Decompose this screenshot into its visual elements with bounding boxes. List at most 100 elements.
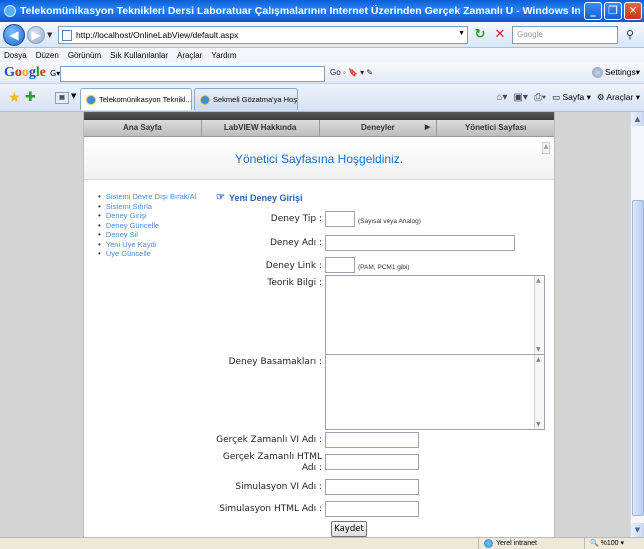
sim-html-input[interactable]: [325, 501, 419, 517]
zone-label: Yerel intranet: [496, 540, 537, 547]
textarea-scrollbar[interactable]: ▲ ▼: [534, 276, 544, 354]
menu-yardim[interactable]: Yardım: [211, 51, 236, 60]
url-input[interactable]: http://localhost/OnlineLabView/default.a…: [58, 26, 468, 44]
gercek-html-label-line1: Gerçek Zamanlı HTML: [222, 452, 322, 462]
scroll-down-icon[interactable]: ▼: [631, 523, 644, 537]
deney-basamaklari-textarea[interactable]: ▲ ▼: [325, 354, 545, 430]
tab-inactive[interactable]: Sekmeli Gözatma'ya Hoş Geld...: [194, 88, 298, 110]
sidebar-item-deney-sil[interactable]: Deney Sil: [98, 230, 196, 240]
scroll-up-icon: ▲: [536, 356, 541, 363]
tools-menu[interactable]: ⚙ Araçlar ▾: [597, 92, 640, 103]
window-title: Telekomünikasyon Teknikleri Dersi Labora…: [20, 5, 580, 17]
page-icon: ▭: [552, 92, 563, 102]
print-icon[interactable]: ⎙▾: [534, 92, 546, 103]
back-button[interactable]: ◀: [3, 24, 25, 46]
nav-labview-hakkinda[interactable]: LabVIEW Hakkında: [202, 120, 320, 136]
band-scroll-up-icon[interactable]: ▲: [542, 142, 550, 154]
scroll-down-icon: ▼: [536, 346, 541, 353]
sidebar-item-devre-disi[interactable]: Sistemi Devre Dışı Bırak/Al: [98, 192, 196, 202]
nav-deneyler-label: Deneyler: [360, 123, 395, 132]
settings-button[interactable]: Settings▾: [592, 67, 640, 78]
ie-tab-icon: [86, 94, 96, 105]
form-title-text: Yeni Deney Girişi: [228, 192, 303, 203]
textarea-scrollbar[interactable]: ▲ ▼: [534, 355, 544, 429]
zoom-icon: 🔍: [590, 540, 601, 547]
refresh-icon[interactable]: ↻: [471, 26, 489, 44]
scroll-thumb[interactable]: [632, 200, 644, 516]
maximize-button[interactable]: ❐: [604, 2, 622, 20]
forward-button[interactable]: ▶: [27, 26, 45, 44]
form-title: ☞ Yeni Deney Girişi: [216, 192, 303, 203]
menu-sik-kullanilanlar[interactable]: Sık Kullanılanlar: [110, 51, 168, 60]
google-tools[interactable]: Go ◦ 🔖 ▾ ✎: [330, 68, 373, 77]
status-separator: [478, 538, 479, 549]
security-zone[interactable]: Yerel intranet: [484, 539, 537, 548]
history-dropdown-icon[interactable]: ▼: [47, 31, 52, 39]
tab-bar: ★ ✚ ▦ ▼ Telekomünikasyon Teknikl... X Se…: [0, 84, 644, 112]
admin-sidebar: Sistemi Devre Dışı Bırak/Al Sistemi Sıfı…: [98, 192, 196, 259]
deney-adi-label: Deney Adı :: [269, 238, 322, 248]
google-search-input[interactable]: [60, 66, 325, 82]
tools-label: Araçlar: [606, 92, 634, 102]
deney-tip-label: Deney Tip :: [270, 214, 322, 224]
quick-tabs-icon[interactable]: ▦: [55, 92, 69, 104]
gercek-vi-input[interactable]: [325, 432, 419, 448]
favorites-star-icon[interactable]: ★: [8, 90, 21, 106]
site-navbar: Ana Sayfa LabVIEW Hakkında Deneyler ▶ Yön…: [84, 120, 554, 137]
teorik-bilgi-label: Teorik Bilgi :: [267, 278, 322, 288]
gercek-html-label-line2: Adı :: [301, 463, 322, 473]
menu-duzen[interactable]: Düzen: [36, 51, 59, 60]
sidebar-item-yeni-uye[interactable]: Yeni Üye Kaydı: [98, 240, 196, 250]
menu-araclar[interactable]: Araçlar: [177, 51, 202, 60]
deney-link-hint: (PAM, PCM1 gibi): [358, 264, 410, 271]
pointing-hand-icon: ☞: [216, 192, 225, 203]
sidebar-item-deney-guncelle[interactable]: Deney Güncelle: [98, 221, 196, 231]
sidebar-item-uye-guncelle[interactable]: Üye Güncelle: [98, 249, 196, 259]
stop-icon[interactable]: ✕: [491, 26, 509, 44]
gercek-html-input[interactable]: [325, 454, 419, 470]
search-icon[interactable]: ⚲: [620, 26, 640, 44]
gercek-vi-label: Gerçek Zamanlı VI Adı :: [216, 435, 322, 445]
page-scrollbar[interactable]: ▲ ▼: [630, 112, 644, 537]
scroll-down-icon: ▼: [536, 421, 541, 428]
page-label: Sayfa: [562, 92, 585, 102]
google-dropdown-icon[interactable]: G▾: [50, 69, 60, 78]
nav-yonetici-sayfasi[interactable]: Yönetici Sayfası: [437, 120, 554, 136]
page-menu[interactable]: ▭ Sayfa ▾: [552, 92, 591, 103]
save-button[interactable]: Kaydet: [331, 521, 367, 537]
deney-adi-input[interactable]: [325, 235, 515, 251]
deney-link-input[interactable]: [325, 257, 355, 273]
status-separator: [584, 538, 585, 549]
sidebar-item-deney-girisi[interactable]: Deney Girişi: [98, 211, 196, 221]
sidebar-item-sifirla[interactable]: Sistemi Sıfırla: [98, 202, 196, 212]
menu-gorunum[interactable]: Görünüm: [68, 51, 101, 60]
teorik-bilgi-textarea[interactable]: ▲ ▼: [325, 275, 545, 355]
minimize-button[interactable]: _: [584, 2, 602, 20]
add-favorite-icon[interactable]: ✚: [25, 90, 36, 105]
menu-dosya[interactable]: Dosya: [4, 51, 27, 60]
ie-tab-icon: [200, 94, 210, 105]
deney-tip-input[interactable]: [325, 211, 355, 227]
tab-list-dropdown-icon[interactable]: ▼: [71, 92, 76, 100]
url-text: http://localhost/OnlineLabView/default.a…: [76, 30, 239, 40]
google-logo: Google: [4, 65, 46, 80]
zoom-label: %100: [600, 540, 619, 547]
search-input[interactable]: Google: [512, 26, 618, 44]
close-button[interactable]: ✕: [624, 2, 642, 20]
url-dropdown-icon[interactable]: ▼: [458, 30, 465, 37]
submenu-arrow-icon: ▶: [424, 124, 431, 131]
address-bar: ◀ ▶ ▼ http://localhost/OnlineLabView/def…: [0, 22, 644, 48]
nav-ana-sayfa[interactable]: Ana Sayfa: [84, 120, 202, 136]
deney-link-label: Deney Link :: [265, 261, 322, 271]
tab-active[interactable]: Telekomünikasyon Teknikl... X: [80, 88, 192, 110]
scroll-up-icon[interactable]: ▲: [631, 112, 644, 126]
feeds-icon[interactable]: ▣▾: [513, 92, 527, 103]
sim-vi-label: Simulasyon VI Adı :: [235, 482, 322, 492]
google-toolbar: Google G▾ Go ◦ 🔖 ▾ ✎ Settings▾: [0, 62, 644, 84]
zoom-level[interactable]: 🔍 %100 ▾: [590, 539, 624, 547]
welcome-band: Yönetici Sayfasına Hoşgeldiniz. ▲: [84, 138, 554, 180]
nav-deneyler[interactable]: Deneyler ▶: [320, 120, 438, 136]
home-icon[interactable]: ⌂▾: [496, 92, 507, 103]
window-controls: _ ❐ ✕: [584, 2, 642, 20]
sim-vi-input[interactable]: [325, 479, 419, 495]
